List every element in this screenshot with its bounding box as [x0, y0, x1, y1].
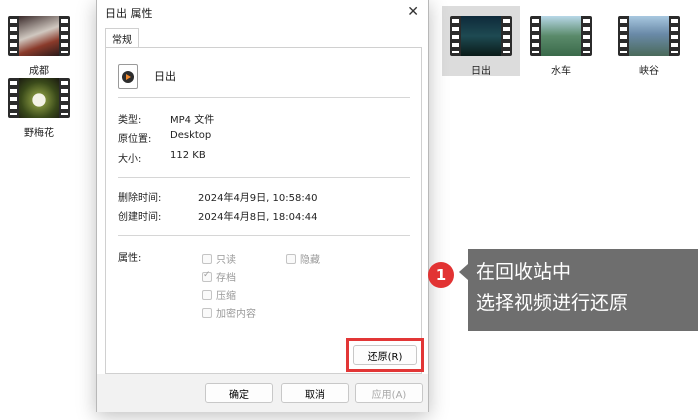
thumbnail-label: 水车: [551, 66, 571, 77]
cancel-button[interactable]: 取消: [281, 383, 349, 403]
video-thumbnail-image: [618, 16, 680, 56]
thumbnail-label: 成都: [29, 66, 49, 77]
checkbox-label: 只读: [216, 255, 236, 266]
tab-general[interactable]: 常规: [105, 28, 139, 48]
checkbox-box: [202, 270, 212, 282]
restore-button[interactable]: 还原(R): [353, 345, 417, 365]
checkbox-box: [202, 253, 212, 264]
checkbox-label: 存档: [216, 273, 236, 284]
close-icon[interactable]: ✕: [407, 4, 419, 20]
tab-content-general: 日出 类型: MP4 文件 原位置: Desktop 大小: 112 KB 删除…: [105, 47, 424, 374]
callout-line-2: 选择视频进行还原: [476, 292, 629, 314]
video-thumbnail-image: [8, 16, 70, 56]
checkbox-box: [286, 253, 296, 264]
checkbox-box: [202, 307, 212, 318]
dialog-footer: 确定 取消 应用(A): [97, 374, 428, 412]
location-value: Desktop: [170, 130, 212, 141]
thumbnail-label: 野梅花: [24, 128, 54, 139]
type-label: 类型:: [118, 115, 142, 126]
dialog-title: 日出 属性: [105, 7, 153, 20]
size-value: 112 KB: [170, 150, 206, 161]
video-file-icon: [118, 64, 138, 89]
checkbox-label: 加密内容: [216, 309, 256, 320]
thumbnail-sunrise[interactable]: 日出: [442, 6, 520, 77]
deleted-label: 删除时间:: [118, 193, 162, 204]
archive-checkbox[interactable]: 存档: [202, 269, 236, 284]
video-thumbnail-image: [8, 78, 70, 118]
apply-button[interactable]: 应用(A): [355, 383, 423, 403]
thumbnail-wild-plum[interactable]: 野梅花: [4, 78, 74, 139]
step-badge: 1: [428, 262, 454, 288]
type-value: MP4 文件: [170, 115, 215, 126]
created-label: 创建时间:: [118, 212, 162, 223]
checkbox-label: 隐藏: [300, 255, 320, 266]
hidden-checkbox[interactable]: 隐藏: [286, 251, 320, 266]
checkbox-box: [202, 289, 212, 300]
created-value: 2024年4月8日, 18:04:44: [198, 212, 318, 223]
divider: [118, 97, 410, 98]
encrypt-checkbox[interactable]: 加密内容: [202, 305, 256, 320]
thumbnail-canyon[interactable]: 峡谷: [614, 16, 684, 77]
ok-button[interactable]: 确定: [205, 383, 273, 403]
video-thumbnail-image: [450, 16, 512, 56]
thumbnail-label: 峡谷: [639, 66, 659, 77]
divider: [118, 235, 410, 236]
video-thumbnail-image: [530, 16, 592, 56]
dialog-titlebar: 日出 属性: [97, 0, 428, 26]
thumbnail-chengdu[interactable]: 成都: [4, 16, 74, 77]
attributes-label: 属性:: [118, 253, 142, 264]
callout-line-1: 在回收站中: [476, 261, 572, 283]
readonly-checkbox[interactable]: 只读: [202, 251, 236, 266]
size-label: 大小:: [118, 154, 142, 165]
deleted-value: 2024年4月9日, 10:58:40: [198, 193, 318, 204]
instruction-callout: 在回收站中 选择视频进行还原: [459, 249, 698, 331]
thumbnail-label: 日出: [471, 66, 491, 77]
properties-dialog: 日出 属性 ✕ 常规 日出 类型: MP4 文件 原位置: Desktop 大小…: [96, 0, 429, 412]
thumbnail-waterwheel[interactable]: 水车: [526, 16, 596, 77]
checkbox-label: 压缩: [216, 291, 236, 302]
compress-checkbox[interactable]: 压缩: [202, 287, 236, 302]
location-label: 原位置:: [118, 134, 152, 145]
file-name: 日出: [154, 70, 176, 83]
divider: [118, 177, 410, 178]
